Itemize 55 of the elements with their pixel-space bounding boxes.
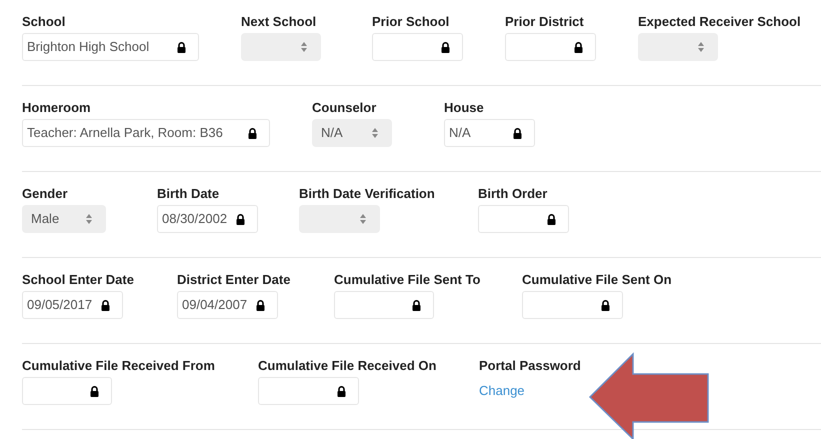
field-label: Gender (22, 186, 69, 202)
field-label: School (22, 14, 66, 30)
field-label: Homeroom (22, 100, 92, 116)
up-down-arrows-icon (360, 214, 366, 224)
locked-field[interactable] (334, 291, 434, 319)
field-label: Prior District (505, 14, 585, 30)
locked-field[interactable]: 08/30/2002 (157, 205, 258, 233)
locked-field[interactable]: Brighton High School (22, 33, 199, 61)
select-field[interactable] (299, 205, 380, 233)
field-label: House (444, 100, 485, 116)
locked-field[interactable]: 09/05/2017 (22, 291, 123, 319)
locked-field[interactable] (522, 291, 623, 319)
field-label: Cumulative File Sent To (334, 272, 480, 288)
lock-icon (256, 300, 265, 310)
locked-field[interactable] (478, 205, 569, 233)
lock-icon (101, 300, 110, 310)
field-label: Next School (241, 14, 318, 30)
field-label: Cumulative File Sent On (522, 272, 672, 288)
lock-icon (441, 42, 450, 52)
select-field[interactable]: Male (22, 205, 106, 233)
locked-field[interactable] (372, 33, 463, 61)
field-label: Birth Date (157, 186, 220, 202)
field-label: Prior School (372, 14, 450, 30)
locked-field[interactable]: 09/04/2007 (177, 291, 278, 319)
lock-icon (177, 42, 186, 52)
select-field[interactable] (241, 33, 321, 61)
field-label: Counselor (312, 100, 378, 116)
up-down-arrows-icon (698, 42, 704, 52)
lock-icon (574, 42, 583, 52)
lock-icon (601, 300, 610, 310)
select-field[interactable] (638, 33, 718, 61)
locked-field[interactable]: N/A (444, 119, 535, 147)
lock-icon (513, 128, 522, 138)
field-label: Expected Receiver School (638, 14, 801, 30)
field-label: School Enter Date (22, 272, 134, 288)
up-down-arrows-icon (86, 214, 92, 224)
lock-icon (90, 386, 99, 396)
field-label: Birth Date Verification (299, 186, 435, 202)
lock-icon (236, 214, 245, 224)
select-field[interactable]: N/A (312, 119, 392, 147)
lock-icon (337, 386, 346, 396)
locked-field[interactable] (258, 377, 359, 405)
up-down-arrows-icon (372, 128, 378, 138)
field-label: Birth Order (478, 186, 548, 202)
lock-icon (412, 300, 421, 310)
lock-icon (547, 214, 556, 224)
locked-field[interactable] (505, 33, 596, 61)
field-label: Cumulative File Received From (22, 358, 215, 374)
locked-field[interactable] (22, 377, 112, 405)
lock-icon (248, 128, 257, 138)
up-down-arrows-icon (301, 42, 307, 52)
field-label: Portal Password (479, 358, 581, 374)
field-label: Cumulative File Received On (258, 358, 436, 374)
field-label: District Enter Date (177, 272, 290, 288)
locked-field[interactable]: Teacher: Arnella Park, Room: B36 (22, 119, 270, 147)
